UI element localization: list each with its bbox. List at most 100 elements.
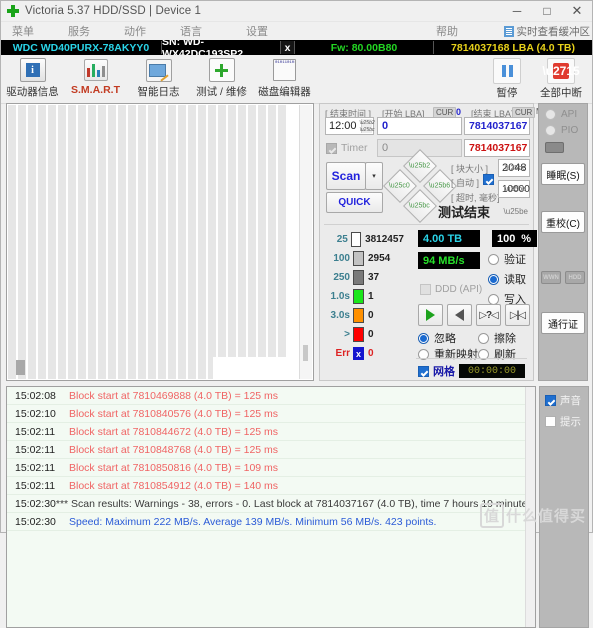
mode-verify-radio[interactable] [488,253,499,265]
grid-label: 网格 [433,366,455,378]
pio-radio[interactable] [545,125,556,136]
auto-checkbox[interactable] [483,174,494,185]
scan-map[interactable] [6,103,314,381]
end-time-value: 12:00 [329,120,357,132]
scan-map-scroll-thumb[interactable] [303,345,308,361]
play-button[interactable] [418,304,443,326]
legend-threshold: 3.0s [330,310,350,321]
test-repair-icon [208,57,236,83]
toolbar-smart-log-label: 智能日志 [137,86,180,98]
action-erase-radio[interactable] [478,332,489,344]
minimize-button[interactable]: ─ [502,1,532,21]
quick-scan-button[interactable]: QUICK [326,192,383,213]
mode-read-radio[interactable] [488,273,499,285]
recalibrate-button[interactable]: 重校(C) [541,211,585,233]
menu-item-service[interactable]: 服务 [65,23,93,39]
maximize-button[interactable]: □ [532,1,562,21]
ddd-api-label: DDD (API) [435,284,483,295]
mode-verify[interactable]: 验证 [488,251,526,267]
menu-item-action[interactable]: 动作 [121,23,149,39]
action-ignore-radio[interactable] [418,332,429,344]
mode-verify-label: 验证 [504,254,526,266]
transfer-mode-pio[interactable]: PIO [545,125,587,136]
transfer-mode-api[interactable]: API [545,109,587,120]
timer-checkbox[interactable] [326,142,337,154]
mode-write-radio[interactable] [488,293,499,305]
scan-dropdown-button[interactable]: ▾ [365,162,383,190]
menu-item-menu[interactable]: 菜单 [9,23,37,39]
toolbar-drive-info[interactable]: i 驱动器信息 [1,55,64,99]
start-lba-input[interactable]: 0 [377,117,462,135]
watermark: 值什么值得买 [479,503,586,528]
timer-checkbox-row[interactable]: Timer [326,142,367,154]
scan-map-scrollbar[interactable] [299,105,312,379]
log-time: 15:02:11 [15,479,56,492]
timeout-select[interactable]: 10000 \u25be [498,180,530,198]
end-lba-input[interactable]: 7814037167 [464,117,530,135]
log-message: Speed: Maximum 222 MB/s. Average 139 MB/… [69,515,437,528]
ddd-api-row[interactable]: DDD (API) [420,284,482,295]
log-message: Block start at 7810854912 (4.0 TB) = 140… [69,479,279,492]
sleep-button[interactable]: 睡眠(S) [541,163,585,185]
log-row: 15:02:08 Block start at 7810469888 (4.0 … [7,387,535,405]
action-erase[interactable]: 擦除 [478,330,516,346]
toolbar-test-repair[interactable]: 测试 / 维修 [190,55,253,99]
wwn-button[interactable]: WWN [541,271,561,284]
ddd-api-checkbox[interactable] [420,284,431,295]
toolbar-smart-log[interactable]: 智能日志 [127,55,190,99]
device-close-icon[interactable]: x [281,41,295,54]
log-panel[interactable]: 15:02:08 Block start at 7810469888 (4.0 … [6,386,536,628]
legend-swatch [353,270,364,285]
toolbar-disk-editor[interactable]: 01011010110011101011001000011 磁盘编辑器 [253,55,316,99]
skip-query-button[interactable]: ▷?◁ [476,304,501,326]
menu-item-help[interactable]: 帮助 [436,23,458,39]
prompt-option[interactable]: 提示 [545,414,588,429]
log-row: 15:02:10 Block start at 7810840576 (4.0 … [7,405,535,423]
right-sidebar: API PIO 睡眠(S) 重校(C) WWN HDD 通行证 [538,103,588,381]
mode-read[interactable]: 读取 [488,271,526,287]
skip-end-button[interactable]: ▷|◁ [505,304,530,326]
realtime-buffer-view[interactable]: 实时查看缓冲区 [503,24,590,39]
scan-map-grid[interactable] [8,105,300,379]
close-button[interactable]: ✕ [562,1,592,21]
elapsed-time-display: 00:00:00 [459,364,525,378]
timer-end-lba-input[interactable]: 7814037167 [464,139,530,157]
pause-icon [493,58,521,84]
legend-row: 25 3812457 [326,230,404,249]
mode-read-label: 读取 [504,274,526,286]
action-ignore[interactable]: 忽略 [418,330,456,346]
toolbar-smart[interactable]: S.M.A.R.T [64,55,127,96]
rewind-icon [455,309,464,321]
sound-option[interactable]: 声音 [545,393,588,408]
action-ignore-label: 忽略 [434,333,456,345]
rewind-button[interactable] [447,304,472,326]
action-refresh[interactable]: 刷新 [478,346,516,362]
grid-checkbox[interactable] [418,365,429,377]
legend-count: 3812457 [365,234,404,245]
block-size-select[interactable]: 2048 \u25be [498,159,530,177]
sound-checkbox[interactable] [545,395,556,406]
scan-status-select[interactable]: 测试结束 \u25be [438,202,530,221]
hdd-button[interactable]: HDD [565,271,585,284]
auto-label: [ 自动 ] [451,178,480,188]
log-message: *** Scan results: Warnings - 38, errors … [55,497,536,510]
legend-row: Err x 0 [326,344,404,363]
action-remap[interactable]: 重新映射 [418,346,478,362]
menu-item-settings[interactable]: 设置 [243,23,271,39]
passport-button[interactable]: 通行证 [541,312,585,334]
scan-button[interactable]: Scan [326,162,366,190]
toolbar-pause[interactable]: 暂停 [480,55,534,100]
device-model: WDC WD40PURX-78AKYY0 [1,41,162,54]
end-time-spinner[interactable]: \u25b2 \u25bc [359,119,375,133]
log-message: Block start at 7810840576 (4.0 TB) = 125… [69,407,279,420]
end-time-input[interactable]: 12:00 \u25b2 \u25bc [325,117,375,135]
toolbar-abort-all[interactable]: \u2715 全部中断 [534,55,588,100]
error-marker-icon: x [353,347,364,360]
transport-controls: ▷?◁ ▷|◁ [418,304,530,326]
menu-item-language[interactable]: 语言 [177,23,205,39]
app-logo-icon [6,4,20,18]
log-row: 15:02:30 Speed: Maximum 222 MB/s. Averag… [7,513,535,531]
prompt-checkbox[interactable] [545,416,556,427]
prompt-label: 提示 [560,416,581,428]
api-radio[interactable] [545,109,556,120]
